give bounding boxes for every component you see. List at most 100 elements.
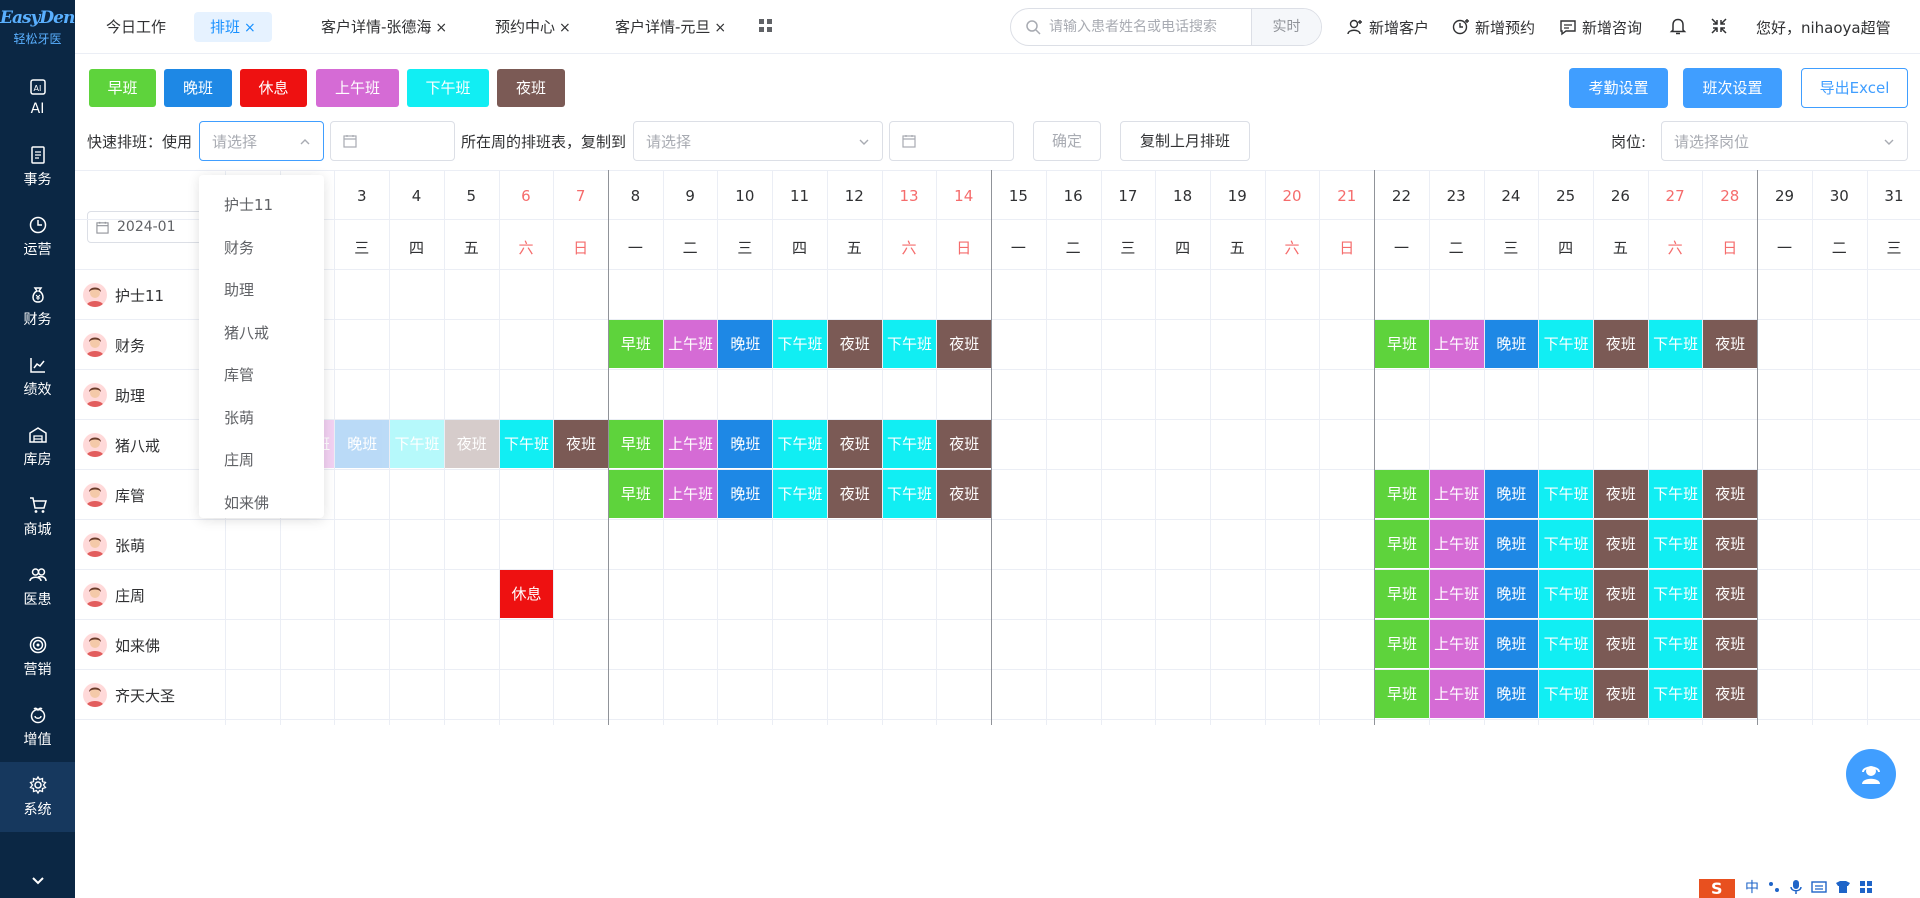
month-picker[interactable]: 2024-01	[87, 211, 205, 243]
shift-cell[interactable]: 上午班	[1429, 320, 1484, 368]
sidebar-item-gift[interactable]: 增值	[0, 692, 75, 762]
dropdown-option[interactable]: 庄周	[199, 439, 324, 482]
new-consult-button[interactable]: 新增咨询	[1559, 16, 1642, 38]
copy-last-month-button[interactable]: 复制上月排班	[1120, 121, 1250, 161]
realtime-search-button[interactable]: 实时	[1251, 9, 1321, 45]
shift-type-1[interactable]: 晚班	[164, 69, 232, 107]
toolbox-icon[interactable]	[1859, 880, 1873, 894]
shift-cell[interactable]: 夜班	[937, 470, 992, 518]
close-icon[interactable]: ×	[559, 20, 571, 36]
dropdown-option[interactable]: 猪八戒	[199, 312, 324, 355]
shift-cell[interactable]: 下午班	[1539, 570, 1593, 618]
shift-cell[interactable]: 早班	[1375, 620, 1429, 668]
close-icon[interactable]: ×	[244, 20, 256, 36]
sidebar-item-clock[interactable]: 运营	[0, 202, 75, 272]
shift-cell[interactable]: 早班	[609, 470, 663, 518]
shift-cell[interactable]: 下午班	[1539, 670, 1593, 718]
shift-cell[interactable]: 夜班	[1703, 470, 1758, 518]
sidebar-item-target[interactable]: 营销	[0, 622, 75, 692]
shift-type-3[interactable]: 上午班	[316, 69, 399, 107]
shift-cell[interactable]: 夜班	[937, 320, 992, 368]
shift-cell[interactable]: 夜班	[444, 420, 499, 468]
target-employee-select[interactable]: 请选择	[633, 121, 883, 161]
shift-cell[interactable]: 夜班	[937, 420, 992, 468]
shift-cell[interactable]: 晚班	[718, 320, 773, 368]
new-appointment-button[interactable]: 新增预约	[1452, 16, 1535, 38]
shift-type-5[interactable]: 夜班	[497, 69, 565, 107]
shift-type-4[interactable]: 下午班	[407, 69, 489, 107]
shift-cell[interactable]: 夜班	[827, 420, 882, 468]
shift-cell[interactable]: 夜班	[1703, 520, 1758, 568]
shift-cell[interactable]: 下午班	[390, 420, 444, 468]
source-date-picker[interactable]	[330, 121, 455, 161]
shift-cell[interactable]: 夜班	[554, 420, 609, 468]
shift-cell[interactable]: 夜班	[827, 470, 882, 518]
shift-cell[interactable]: 晚班	[1484, 620, 1539, 668]
sidebar-item-users[interactable]: 医患	[0, 552, 75, 622]
shift-cell[interactable]: 晚班	[1484, 670, 1539, 718]
shift-settings-button[interactable]: 班次设置	[1683, 68, 1782, 108]
shift-type-2[interactable]: 休息	[240, 69, 307, 107]
shift-cell[interactable]: 夜班	[827, 320, 882, 368]
tab-3[interactable]: 预约中心 ×	[495, 12, 571, 42]
tab-2[interactable]: 客户详情-张德海 ×	[321, 12, 447, 42]
shift-cell[interactable]: 夜班	[1703, 570, 1758, 618]
shift-cell[interactable]: 夜班	[1703, 670, 1758, 718]
shift-cell[interactable]: 下午班	[1539, 470, 1593, 518]
sidebar-item-ai-chip[interactable]: AI AI	[0, 62, 75, 132]
dropdown-option[interactable]: 张萌	[199, 397, 324, 440]
shift-cell[interactable]: 下午班	[1539, 620, 1593, 668]
attendance-settings-button[interactable]: 考勤设置	[1569, 68, 1668, 108]
shift-cell[interactable]: 晚班	[718, 420, 773, 468]
shift-cell[interactable]: 夜班	[1703, 320, 1758, 368]
shift-cell[interactable]: 夜班	[1594, 320, 1648, 368]
shift-cell[interactable]: 晚班	[718, 470, 773, 518]
user-greeting[interactable]: 您好，nihaoya超管	[1756, 17, 1891, 38]
shift-cell[interactable]: 早班	[1375, 670, 1429, 718]
sidebar-item-gear[interactable]: 系统	[0, 762, 75, 832]
search-input[interactable]	[1049, 19, 1254, 35]
shift-cell[interactable]: 晚班	[1484, 520, 1539, 568]
shift-cell[interactable]: 早班	[1375, 470, 1429, 518]
dropdown-option[interactable]: 如来佛	[199, 482, 324, 519]
confirm-button[interactable]: 确定	[1033, 121, 1101, 161]
shift-cell[interactable]: 夜班	[1594, 520, 1648, 568]
sidebar-item-money-bag[interactable]: 财务	[0, 272, 75, 342]
dropdown-option[interactable]: 库管	[199, 354, 324, 397]
shift-cell[interactable]: 上午班	[1429, 570, 1484, 618]
close-icon[interactable]: ×	[714, 20, 726, 36]
target-date-picker[interactable]	[889, 121, 1014, 161]
shift-cell[interactable]: 下午班	[1648, 320, 1703, 368]
dropdown-option[interactable]: 财务	[199, 227, 324, 270]
shift-cell[interactable]: 早班	[609, 420, 663, 468]
shift-cell[interactable]: 夜班	[1594, 470, 1648, 518]
shift-cell[interactable]: 早班	[1375, 520, 1429, 568]
microphone-icon[interactable]	[1789, 879, 1803, 895]
sidebar-item-trend-chart[interactable]: 绩效	[0, 342, 75, 412]
shift-cell[interactable]: 早班	[609, 320, 663, 368]
shift-cell[interactable]: 下午班	[1539, 320, 1593, 368]
shift-cell[interactable]: 下午班	[882, 320, 937, 368]
bell-icon[interactable]	[1668, 16, 1688, 36]
close-icon[interactable]: ×	[435, 20, 447, 36]
grid-menu-icon[interactable]	[759, 19, 773, 33]
shift-type-0[interactable]: 早班	[89, 69, 156, 107]
skin-icon[interactable]	[1835, 880, 1851, 894]
dropdown-option[interactable]: 助理	[199, 269, 324, 312]
shift-cell[interactable]: 下午班	[1648, 470, 1703, 518]
shift-cell[interactable]: 夜班	[1594, 670, 1648, 718]
sidebar-item-warehouse[interactable]: 库房	[0, 412, 75, 482]
shift-cell[interactable]: 下午班	[1648, 670, 1703, 718]
export-excel-button[interactable]: 导出Excel	[1801, 68, 1908, 108]
shift-cell[interactable]: 上午班	[663, 470, 718, 518]
dropdown-option[interactable]: 护士11	[199, 184, 324, 227]
sogou-logo-icon[interactable]: S	[1697, 875, 1737, 898]
shift-cell[interactable]: 上午班	[1429, 670, 1484, 718]
punctuation-icon[interactable]	[1767, 880, 1781, 894]
shift-cell[interactable]: 夜班	[1594, 570, 1648, 618]
shift-cell[interactable]: 晚班	[1484, 570, 1539, 618]
shift-cell[interactable]: 下午班	[773, 320, 827, 368]
tab-0[interactable]: 今日工作	[106, 12, 166, 42]
shift-cell[interactable]: 晚班	[335, 420, 390, 468]
sidebar-more-button[interactable]	[0, 864, 75, 898]
